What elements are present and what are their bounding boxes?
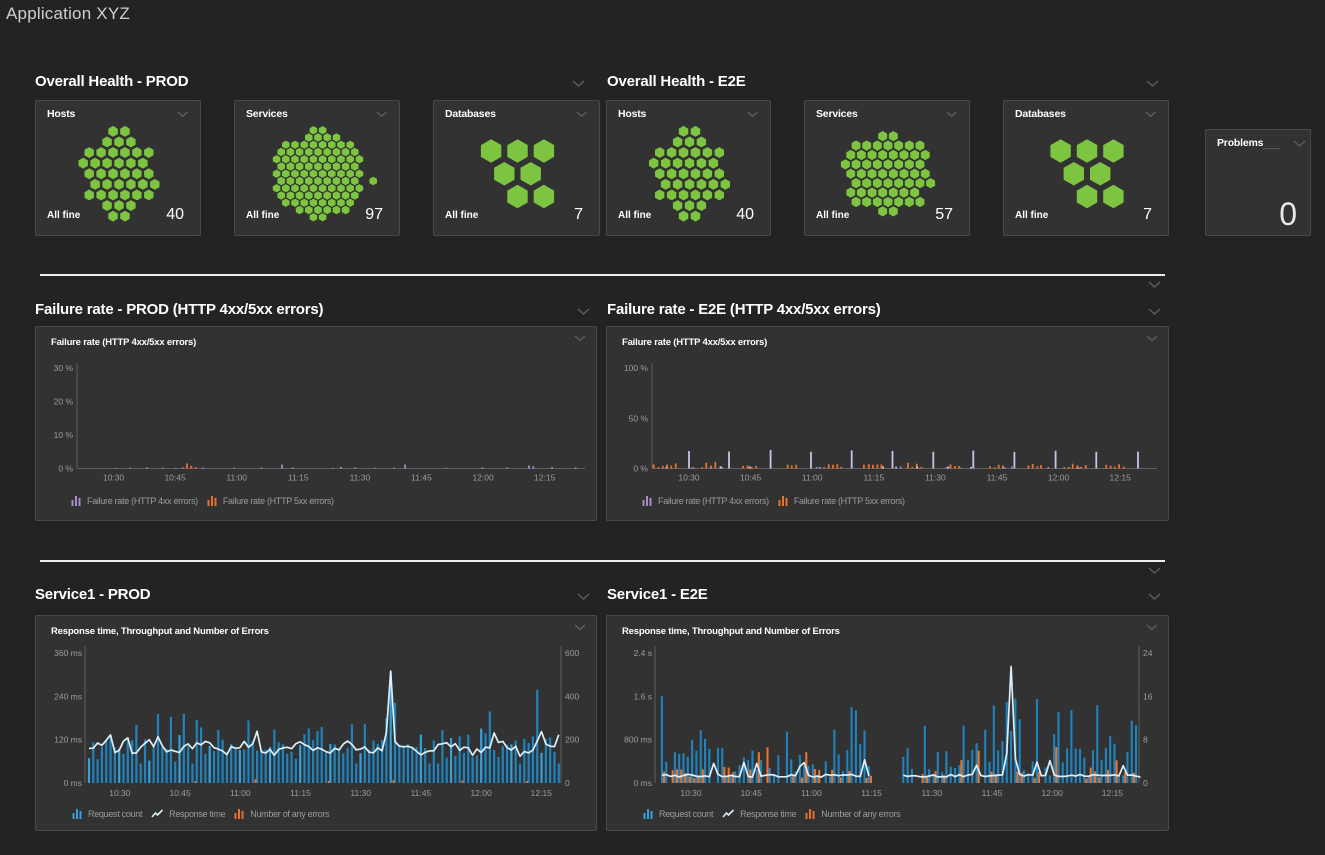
svg-text:11:15: 11:15 [861,788,882,798]
svg-text:12:15: 12:15 [531,788,553,798]
svg-text:8: 8 [1143,735,1148,745]
svg-text:12:00: 12:00 [1048,473,1070,483]
svg-text:0 %: 0 % [633,464,648,474]
svg-text:10:45: 10:45 [741,788,763,798]
svg-text:10:30: 10:30 [103,473,125,483]
svg-text:11:30: 11:30 [921,788,942,798]
svg-text:0 %: 0 % [58,464,73,474]
svg-text:11:30: 11:30 [350,788,371,798]
svg-text:11:00: 11:00 [226,473,247,483]
svg-text:11:45: 11:45 [982,788,1003,798]
svg-text:0: 0 [565,778,570,788]
svg-text:0 ms: 0 ms [64,778,82,788]
svg-text:12:00: 12:00 [470,788,492,798]
svg-text:10 %: 10 % [54,430,74,440]
svg-text:10:45: 10:45 [164,473,186,483]
svg-text:360 ms: 360 ms [54,648,82,658]
svg-text:11:45: 11:45 [987,473,1008,483]
svg-text:200: 200 [565,735,579,745]
svg-text:10:45: 10:45 [740,473,762,483]
svg-text:100 %: 100 % [624,363,649,373]
svg-text:2.4 s: 2.4 s [634,648,652,658]
svg-text:11:30: 11:30 [925,473,946,483]
svg-text:0: 0 [1143,778,1148,788]
svg-text:400: 400 [565,691,579,701]
svg-text:30 %: 30 % [54,363,74,373]
svg-text:600: 600 [565,648,579,658]
svg-text:0 ms: 0 ms [634,778,652,788]
svg-text:11:30: 11:30 [350,473,371,483]
svg-text:12:00: 12:00 [1042,788,1064,798]
svg-text:12:15: 12:15 [1110,473,1132,483]
svg-text:11:00: 11:00 [801,788,822,798]
svg-text:24: 24 [1143,648,1153,658]
svg-text:11:45: 11:45 [411,788,432,798]
svg-text:12:00: 12:00 [472,473,494,483]
svg-text:800 ms: 800 ms [624,735,652,745]
svg-text:10:30: 10:30 [680,788,702,798]
svg-text:120 ms: 120 ms [54,735,82,745]
svg-text:240 ms: 240 ms [54,691,82,701]
svg-text:20 %: 20 % [54,397,74,407]
svg-text:10:45: 10:45 [169,788,191,798]
svg-text:10:30: 10:30 [678,473,700,483]
svg-text:16: 16 [1143,691,1153,701]
svg-text:10:30: 10:30 [109,788,131,798]
svg-text:11:15: 11:15 [863,473,884,483]
svg-text:11:45: 11:45 [411,473,432,483]
svg-text:11:15: 11:15 [288,473,309,483]
svg-text:12:15: 12:15 [534,473,556,483]
svg-text:11:00: 11:00 [230,788,251,798]
svg-text:12:15: 12:15 [1102,788,1124,798]
svg-text:50 %: 50 % [629,413,649,423]
svg-text:11:15: 11:15 [290,788,311,798]
svg-text:1.6 s: 1.6 s [634,691,652,701]
svg-text:11:00: 11:00 [802,473,823,483]
